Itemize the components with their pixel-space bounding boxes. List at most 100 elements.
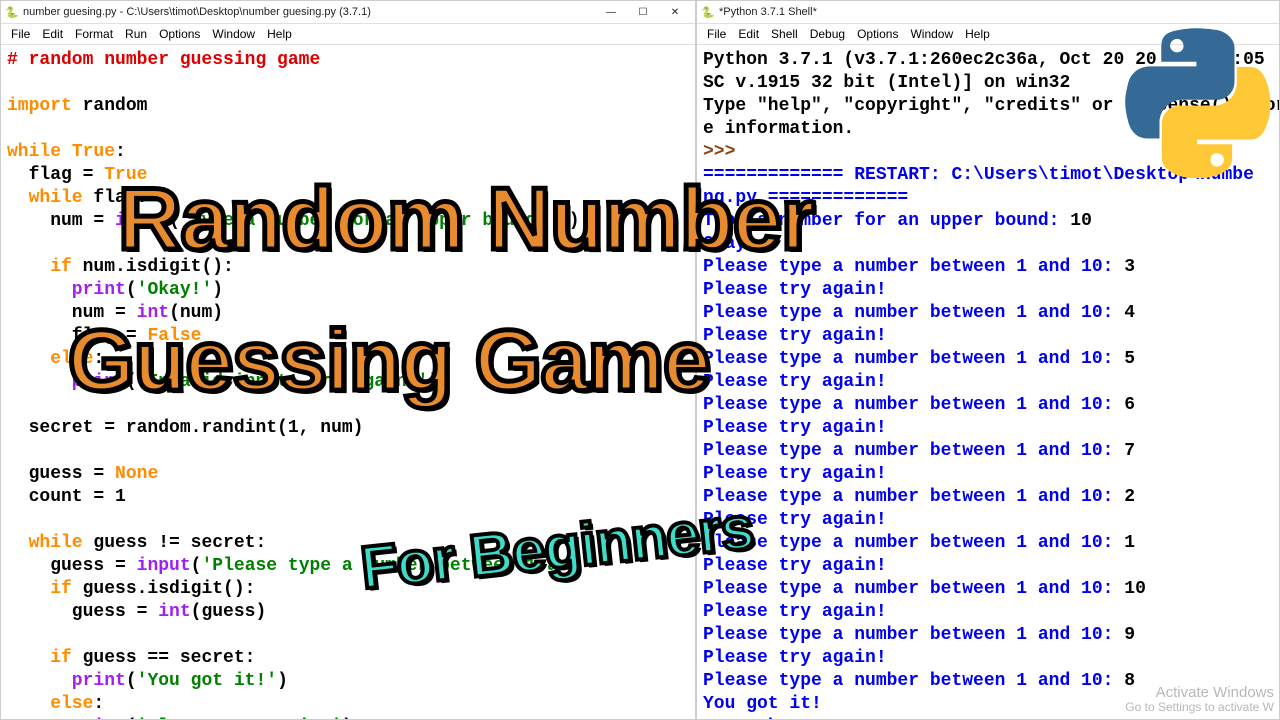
shell-line: Please try again!: [703, 464, 887, 484]
code-text: secret: [7, 418, 104, 438]
shell-line: ============= RESTART: C:\Users\timot\De…: [703, 165, 1254, 185]
code-text: (: [126, 717, 137, 719]
code-keyword: if: [7, 579, 83, 599]
menu-help[interactable]: Help: [959, 25, 996, 43]
shell-line: Please type a number between 1 and 10:: [703, 533, 1124, 553]
code-text: flag:: [93, 188, 147, 208]
code-text: (guess): [191, 602, 267, 622]
shell-line: Please type a number between 1 and 10:: [703, 579, 1124, 599]
menu-help[interactable]: Help: [261, 25, 298, 43]
code-text: (: [126, 372, 137, 392]
code-string: 'Type a number for an upper bound: ': [180, 211, 569, 231]
code-function: input: [115, 211, 169, 231]
code-text: =: [93, 211, 104, 231]
code-text: =: [115, 556, 126, 576]
code-text: :: [93, 694, 104, 714]
menu-file[interactable]: File: [701, 25, 732, 43]
editor-title: number guesing.py - C:\Users\timot\Deskt…: [23, 6, 595, 18]
shell-window: 🐍 *Python 3.7.1 Shell* File Edit Shell D…: [696, 0, 1280, 720]
shell-line: ng.py =============: [703, 188, 908, 208]
code-text: (: [126, 671, 137, 691]
shell-line: Please try again!: [703, 326, 887, 346]
shell-input: 8: [1124, 671, 1135, 691]
code-string: 'Please try again!': [137, 717, 342, 719]
minimize-button[interactable]: —: [595, 2, 627, 22]
code-text: guess == secret:: [83, 648, 256, 668]
menu-file[interactable]: File: [5, 25, 36, 43]
shell-line: Python 3.7.1 (v3.7.1:260ec2c36a, Oct 20 …: [703, 50, 1265, 70]
code-text: num.isdigit():: [83, 257, 234, 277]
code-string: 'You got it!': [137, 671, 277, 691]
code-string: 'Okay!': [137, 280, 213, 300]
shell-line: You got it!: [703, 694, 822, 714]
shell-line: SC v.1915 32 bit (Intel)] on win32: [703, 73, 1070, 93]
shell-title: *Python 3.7.1 Shell*: [719, 6, 1275, 18]
shell-output[interactable]: Python 3.7.1 (v3.7.1:260ec2c36a, Oct 20 …: [697, 45, 1279, 719]
code-text: =: [83, 165, 94, 185]
shell-line: Please type a number between 1 and 10:: [703, 395, 1124, 415]
code-text: (: [126, 280, 137, 300]
shell-line: Please type a number between 1 and 10:: [703, 257, 1124, 277]
code-keyword: if: [7, 648, 83, 668]
code-text: ): [277, 671, 288, 691]
maximize-button[interactable]: ☐: [627, 2, 659, 22]
code-function: int: [137, 303, 169, 323]
editor-window: 🐍 number guesing.py - C:\Users\timot\Des…: [0, 0, 696, 720]
shell-line: Please try again!: [703, 602, 887, 622]
code-keyword: else: [7, 349, 93, 369]
code-text: flag: [7, 326, 126, 346]
code-text: 1: [104, 487, 126, 507]
shell-line: Please type a number between 1 and 10:: [703, 671, 1124, 691]
code-text: [137, 326, 148, 346]
code-text: random: [72, 96, 148, 116]
code-text: [93, 165, 104, 185]
code-text: guess: [7, 602, 137, 622]
code-text: =: [137, 602, 148, 622]
code-text: =: [93, 464, 104, 484]
code-function: int: [158, 602, 190, 622]
shell-line: Please type a number between 1 and 10:: [703, 625, 1124, 645]
code-keyword: False: [147, 326, 201, 346]
code-keyword: True: [72, 142, 115, 162]
window-controls: — ☐ ✕: [595, 2, 691, 22]
code-line: # random number guessing game: [7, 50, 320, 70]
menu-options[interactable]: Options: [851, 25, 904, 43]
code-function: input: [137, 556, 191, 576]
code-text: :: [115, 142, 126, 162]
menu-shell[interactable]: Shell: [765, 25, 804, 43]
shell-titlebar: 🐍 *Python 3.7.1 Shell*: [697, 1, 1279, 24]
code-text: num: [7, 303, 115, 323]
menu-run[interactable]: Run: [119, 25, 153, 43]
menu-format[interactable]: Format: [69, 25, 119, 43]
close-button[interactable]: ✕: [659, 2, 691, 22]
editor-titlebar: 🐍 number guesing.py - C:\Users\timot\Des…: [1, 1, 695, 24]
menu-debug[interactable]: Debug: [804, 25, 851, 43]
code-editor[interactable]: # random number guessing game import ran…: [1, 45, 695, 719]
code-text: [126, 556, 137, 576]
shell-line: Please type a number between 1 and 10:: [703, 441, 1124, 461]
menu-window[interactable]: Window: [206, 25, 261, 43]
code-function: print: [7, 280, 126, 300]
menu-window[interactable]: Window: [904, 25, 959, 43]
code-text: (: [169, 211, 180, 231]
shell-menubar: File Edit Shell Debug Options Window Hel…: [697, 24, 1279, 45]
code-text: =: [104, 418, 115, 438]
code-keyword: while: [7, 533, 93, 553]
code-string: 'Invalid input! Try Again!': [137, 372, 429, 392]
menu-edit[interactable]: Edit: [36, 25, 69, 43]
code-function: print: [7, 717, 126, 719]
code-keyword: while: [7, 142, 72, 162]
code-text: random.randint(1, num): [115, 418, 363, 438]
menu-options[interactable]: Options: [153, 25, 206, 43]
menu-edit[interactable]: Edit: [732, 25, 765, 43]
shell-input: 10: [1124, 579, 1146, 599]
code-text: guess: [7, 464, 93, 484]
shell-input: 9: [1124, 625, 1135, 645]
shell-line: Please type a number between 1 and 10:: [703, 303, 1124, 323]
code-text: flag: [7, 165, 83, 185]
code-text: [104, 211, 115, 231]
shell-line: Okay!: [703, 234, 757, 254]
code-text: (: [191, 556, 202, 576]
code-text: =: [93, 487, 104, 507]
code-text: ): [428, 372, 439, 392]
